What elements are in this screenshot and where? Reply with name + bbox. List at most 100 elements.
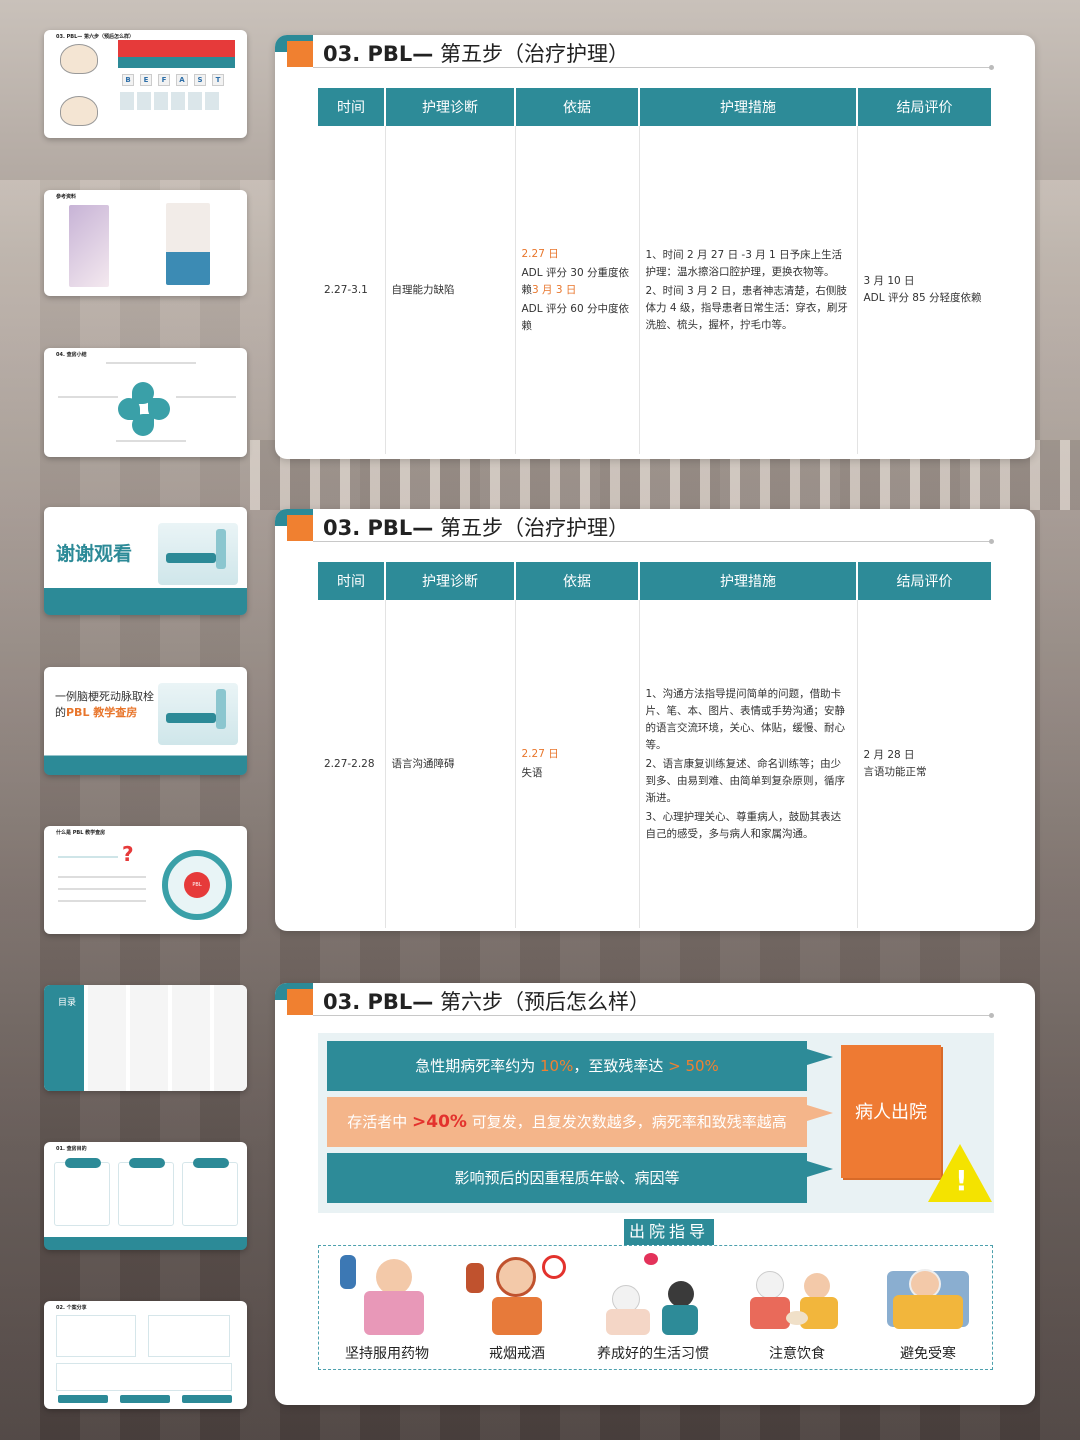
cell-diagnosis: 自理能力缺陷 — [385, 126, 516, 454]
contents-column — [130, 985, 168, 1091]
thumbnail-thanks[interactable]: 谢谢观看 — [44, 507, 247, 615]
thumbnail-pbl-intro[interactable]: 什么是 PBL 教学查房 ? PBL — [44, 826, 247, 934]
flower-petal-icon — [132, 414, 154, 436]
arrow-tip-icon — [807, 1105, 833, 1121]
table-row: 2.27-2.28 语言沟通障碍 2.27 日 失语 1、沟通方法指导提问简单的… — [318, 600, 991, 928]
slide-title: 03. PBL— 第五步（治疗护理） — [323, 516, 629, 540]
guide-item: 注意饮食 — [737, 1251, 857, 1363]
case-button — [120, 1395, 170, 1403]
cell-time: 2.27-3.1 — [318, 126, 386, 454]
guide-item: 坚持服用药物 — [327, 1251, 447, 1363]
thumbnail-summary[interactable]: 04. 查房小结 — [44, 348, 247, 457]
column-header: 护理措施 — [639, 88, 858, 126]
thumbnail-purpose[interactable]: 01. 查房目的 — [44, 1142, 247, 1250]
contents-column — [88, 985, 126, 1091]
contents-column — [172, 985, 210, 1091]
column-header: 时间 — [318, 88, 386, 126]
cell-measures: 1、时间 2 月 27 日 -3 月 1 日予床上生活护理：温水擦浴口腔护理，更… — [639, 126, 858, 454]
book-cover-icon — [69, 205, 109, 287]
diet-icon — [742, 1251, 852, 1339]
column-header: 护理措施 — [639, 562, 858, 600]
purpose-card — [182, 1158, 238, 1226]
guide-label: 注意饮食 — [769, 1346, 825, 1362]
care-table: 时间 护理诊断 依据 护理措施 结局评价 2.27-2.28 语言沟通障碍 2.… — [318, 562, 991, 928]
discharge-box: 病人出院 — [841, 1045, 941, 1178]
guide-label: 戒烟戒酒 — [489, 1346, 545, 1362]
question-mark-icon: ? — [122, 842, 134, 866]
arrow-tip-icon — [807, 1161, 833, 1177]
column-header: 依据 — [515, 88, 640, 126]
cell-time: 2.27-2.28 — [318, 600, 386, 928]
thumb-teal-banner — [118, 57, 235, 68]
prognosis-arrow-1: 急性期病死率约为 10%，至致残率达 > 50% — [327, 1041, 807, 1091]
cover-title: 一例脑梗死动脉取栓的PBL 教学查房 — [55, 690, 154, 719]
no-smoking-icon — [462, 1251, 572, 1339]
header-rule — [313, 541, 993, 542]
header-rule — [313, 67, 993, 68]
guide-item: 养成好的生活习惯 — [593, 1251, 713, 1363]
header-rule — [313, 1015, 993, 1016]
case-panel — [148, 1315, 230, 1357]
table-row: 2.27-3.1 自理能力缺陷 2.27 日 ADL 评分 30 分重度依赖3 … — [318, 126, 991, 454]
arrow-tip-icon — [807, 1049, 833, 1065]
prognosis-arrow-2: 存活者中 >40% 可复发，且复发次数越多，病死率和致残率越高 — [327, 1097, 807, 1147]
cell-outcome: 3 月 10 日 ADL 评分 85 分轻度依赖 — [863, 275, 982, 304]
column-header: 依据 — [515, 562, 640, 600]
case-strip — [56, 1363, 232, 1391]
pbl-cycle-center: PBL — [184, 872, 210, 898]
face-illustration — [60, 44, 98, 74]
thumb-red-banner — [118, 40, 235, 57]
thanks-heading: 谢谢观看 — [56, 543, 133, 565]
slide-treatment-care-1: 03. PBL— 第五步（治疗护理） 时间 护理诊断 依据 护理措施 结局评价 … — [275, 35, 1035, 459]
thumbnail-case[interactable]: 02. 个案分享 — [44, 1301, 247, 1409]
slide-title: 03. PBL— 第五步（治疗护理） — [323, 42, 629, 66]
purpose-card — [118, 1158, 174, 1226]
thumbnail-contents[interactable]: 目录 — [44, 985, 247, 1091]
table-header-row: 时间 护理诊断 依据 护理措施 结局评价 — [318, 88, 991, 126]
thumbnail-title: 04. 查房小结 — [56, 352, 87, 358]
care-table: 时间 护理诊断 依据 护理措施 结局评价 2.27-3.1 自理能力缺陷 2.2… — [318, 88, 991, 454]
thumbnail-title: 参考资料 — [56, 194, 77, 200]
header-accent-orange — [287, 515, 313, 541]
cell-basis: 2.27 日 ADL 评分 30 分重度依赖3 月 3 日 ADL 评分 60 … — [515, 126, 640, 454]
header-accent-orange — [287, 41, 313, 67]
guide-label: 养成好的生活习惯 — [597, 1346, 709, 1362]
medical-scene-illustration — [158, 523, 238, 585]
case-button — [58, 1395, 108, 1403]
column-header: 护理诊断 — [385, 562, 516, 600]
guide-label: 坚持服用药物 — [345, 1346, 429, 1362]
column-header: 护理诊断 — [385, 88, 516, 126]
slide-title: 03. PBL— 第六步（预后怎么样） — [323, 990, 650, 1014]
header-accent-orange — [287, 989, 313, 1015]
column-header: 结局评价 — [857, 88, 991, 126]
column-header: 结局评价 — [857, 562, 991, 600]
thumbnail-references[interactable]: 参考资料 — [44, 190, 247, 296]
contents-sidebar: 目录 — [44, 985, 84, 1091]
cell-basis: 2.27 日 失语 — [515, 600, 640, 928]
befast-letters: B E F A S T — [122, 74, 224, 86]
prognosis-arrow-3: 影响预后的因重程质年龄、病因等 — [327, 1153, 807, 1203]
contents-column — [214, 985, 247, 1091]
guide-label: 避免受寒 — [900, 1346, 956, 1362]
thumbnail-title: 什么是 PBL 教学查房 — [56, 830, 106, 836]
discharge-guide-title: 出院指导 — [624, 1219, 714, 1245]
medical-scene-illustration — [158, 683, 238, 745]
book-cover-icon — [166, 203, 210, 285]
thumbnail-title: 03. PBL— 第六步（预后怎么样） — [56, 34, 135, 40]
thumbnail-cover[interactable]: 一例脑梗死动脉取栓的PBL 教学查房 — [44, 667, 247, 775]
header-dot — [989, 539, 994, 544]
lifestyle-icon — [598, 1251, 708, 1339]
slide-prognosis: 03. PBL— 第六步（预后怎么样） 急性期病死率约为 10%，至致残率达 >… — [275, 983, 1035, 1405]
medicine-icon — [332, 1251, 442, 1339]
face-illustration — [60, 96, 98, 126]
header-dot — [989, 65, 994, 70]
case-panel — [56, 1315, 136, 1357]
table-header-row: 时间 护理诊断 依据 护理措施 结局评价 — [318, 562, 991, 600]
cell-outcome: 2 月 28 日 言语功能正常 — [863, 749, 927, 778]
cell-measures: 1、沟通方法指导提问简单的问题，借助卡片、笔、本、图片、表情或手势沟通；安静的语… — [639, 600, 858, 928]
header-dot — [989, 1013, 994, 1018]
slide-treatment-care-2: 03. PBL— 第五步（治疗护理） 时间 护理诊断 依据 护理措施 结局评价 … — [275, 509, 1035, 931]
thumbnail-prognosis[interactable]: 03. PBL— 第六步（预后怎么样） B E F A S T — [44, 30, 247, 138]
purpose-card — [54, 1158, 110, 1226]
cell-diagnosis: 语言沟通障碍 — [385, 600, 516, 928]
